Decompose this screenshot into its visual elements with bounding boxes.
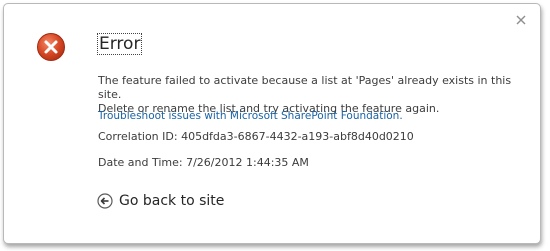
troubleshoot-link[interactable]: Troubleshoot issues with Microsoft Share… <box>98 110 403 122</box>
error-dialog: Error The feature failed to activate bec… <box>3 3 541 244</box>
error-icon <box>36 32 66 62</box>
close-icon[interactable] <box>514 12 528 26</box>
date-time: Date and Time: 7/26/2012 1:44:35 AM <box>98 156 309 169</box>
back-arrow-icon <box>97 193 113 209</box>
error-message-line1: The feature failed to activate because a… <box>98 74 512 101</box>
go-back-label: Go back to site <box>119 193 225 209</box>
dialog-title: Error <box>97 33 143 55</box>
correlation-id: Correlation ID: 405dfda3-6867-4432-a193-… <box>98 130 414 143</box>
go-back-button[interactable]: Go back to site <box>97 193 224 209</box>
